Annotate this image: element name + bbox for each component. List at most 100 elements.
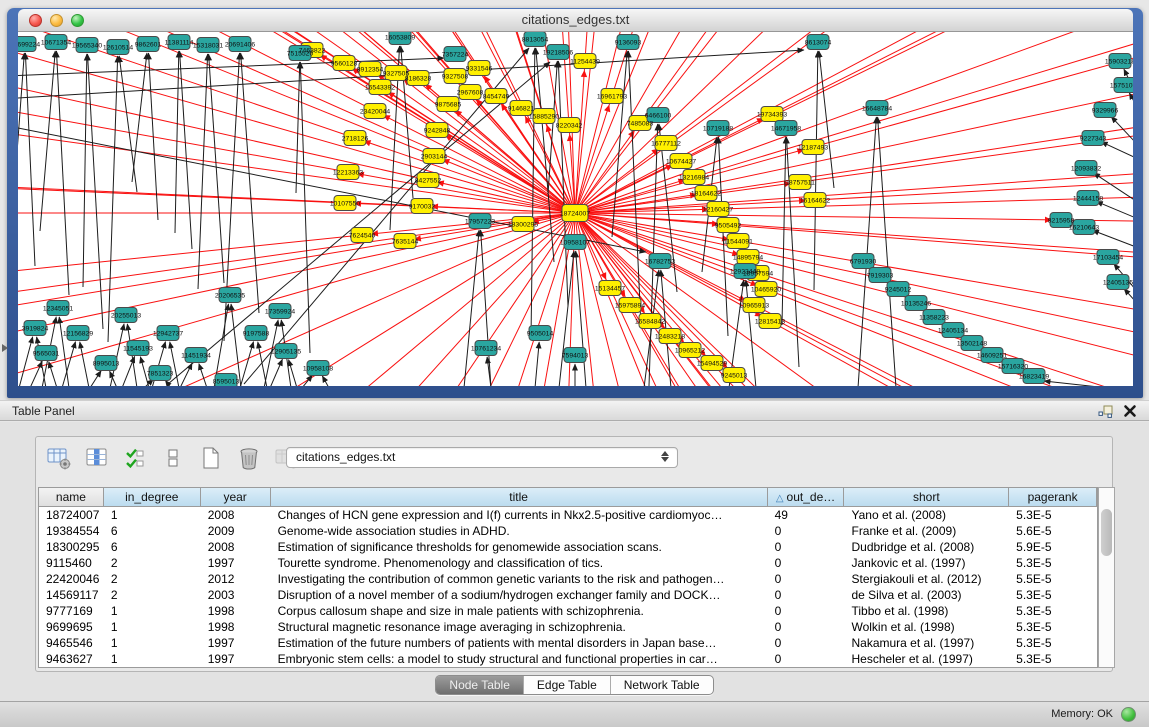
collapsed-panel-expander-icon[interactable]	[2, 344, 8, 352]
node-label: 15975894	[615, 302, 645, 309]
column-header-title[interactable]: title	[271, 488, 768, 507]
zoom-window-button[interactable]	[71, 14, 84, 27]
table-select-dropdown[interactable]: citations_edges.txt	[286, 447, 678, 468]
trash-icon[interactable]	[236, 445, 262, 471]
node-label: 7851323	[147, 370, 174, 377]
table-row[interactable]: 1872400712008Changes of HCN gene express…	[39, 507, 1097, 523]
table-row[interactable]: 977716911998Corpus callosum shape and si…	[39, 603, 1097, 619]
node-label: 12483218	[655, 333, 685, 340]
table-row[interactable]: 2242004622012Investigating the contribut…	[39, 571, 1097, 587]
table-cell: 0	[768, 603, 845, 619]
node-label: 15494529	[697, 360, 727, 367]
node-label: 12187493	[798, 144, 828, 151]
sort-ascending-icon: △	[776, 493, 784, 504]
node-table: namein_degreeyeartitle△out_de…shortpager…	[38, 487, 1098, 668]
node-label: 11254439	[570, 58, 600, 65]
node-label: 8427552	[415, 177, 442, 184]
table-cell: 0	[768, 651, 845, 667]
node-label: 16961793	[597, 93, 627, 100]
table-cell: 9777169	[39, 603, 104, 619]
node-label: 10107550	[330, 200, 360, 207]
node-label: 9862601	[135, 41, 162, 48]
table-cell: 0	[768, 555, 845, 571]
table-cell: Stergiakouli et al. (2012)	[844, 571, 1009, 587]
table-select-value: citations_edges.txt	[296, 450, 395, 464]
node-label: 8220342	[556, 122, 583, 129]
node-label: 10761234	[471, 345, 501, 352]
node-label: 16164622	[800, 197, 830, 204]
node-label: 16699224	[18, 41, 40, 48]
table-row[interactable]: 1456911722003Disruption of a novel membe…	[39, 587, 1097, 603]
column-header-outde[interactable]: △out_de…	[768, 488, 845, 507]
tab-network-table[interactable]: Network Table	[610, 676, 713, 694]
tab-node-table[interactable]: Node Table	[436, 676, 523, 694]
node-label: 2967608	[457, 89, 484, 96]
select-column-icon[interactable]	[84, 445, 110, 471]
node-label: 17957223	[465, 218, 495, 225]
table-row[interactable]: 1830029562008Estimation of significance …	[39, 539, 1097, 555]
column-header-indegree[interactable]: in_degree	[104, 488, 201, 507]
network-canvas[interactable]: 1872400774638229560128891235493275051654…	[18, 32, 1133, 386]
table-row[interactable]: 969969511998Structural magnetic resonanc…	[39, 619, 1097, 635]
scrollbar-thumb[interactable]	[1101, 509, 1112, 556]
row-stack-icon[interactable]	[160, 445, 186, 471]
node-label: 15318031	[193, 42, 223, 49]
node-label: 9146821	[508, 105, 535, 112]
tab-edge-table[interactable]: Edge Table	[523, 676, 610, 694]
node-label: 14895794	[733, 254, 763, 261]
table-body: 1872400712008Changes of HCN gene express…	[39, 507, 1097, 667]
float-panel-icon[interactable]	[1097, 403, 1113, 424]
node-label: 9505492	[715, 222, 742, 229]
node-label: 12610514	[103, 44, 133, 51]
table-cell: Tibbo et al. (1998)	[844, 603, 1009, 619]
select-rows-check-icon[interactable]	[122, 445, 148, 471]
table-row[interactable]: 946554611997Estimation of the future num…	[39, 635, 1097, 651]
table-options-icon[interactable]	[46, 445, 72, 471]
node-label: 12213363	[333, 169, 363, 176]
column-header-pagerank[interactable]: pagerank	[1009, 488, 1097, 507]
column-header-year[interactable]: year	[201, 488, 271, 507]
close-window-button[interactable]	[29, 14, 42, 27]
table-cell: 1997	[201, 555, 271, 571]
table-cell: 5.3E-5	[1009, 619, 1097, 635]
graph-svg: 1872400774638229560128891235493275051654…	[18, 32, 1133, 386]
table-cell: 1	[104, 603, 201, 619]
table-cell: Wolkin et al. (1998)	[844, 619, 1009, 635]
node-label: 9170032	[409, 203, 436, 210]
new-document-icon[interactable]	[198, 445, 224, 471]
node-label: 16210643	[1069, 224, 1099, 231]
node-label: 8595013	[213, 378, 240, 385]
table-cell: 6	[104, 523, 201, 539]
node-label: 7485083	[627, 120, 654, 127]
table-cell: 2	[104, 587, 201, 603]
node-label: 20691406	[225, 41, 255, 48]
close-panel-icon[interactable]	[1123, 404, 1137, 423]
table-cell: 1998	[201, 603, 271, 619]
table-cell: 5.6E-5	[1009, 523, 1097, 539]
table-cell: Structural magnetic resonance image aver…	[271, 619, 768, 635]
window-titlebar[interactable]: citations_edges.txt	[18, 9, 1133, 32]
node-label: 8454749	[483, 93, 510, 100]
table-scrollbar[interactable]	[1098, 487, 1115, 668]
node-label: 11544091	[723, 238, 753, 245]
table-cell: 1	[104, 651, 201, 667]
table-cell: 5.3E-5	[1009, 651, 1097, 667]
window-title: citations_edges.txt	[18, 9, 1133, 31]
table-cell: 2008	[201, 539, 271, 555]
table-cell: Investigating the contribution of common…	[271, 571, 768, 587]
minimize-window-button[interactable]	[50, 14, 63, 27]
node-label: 16053809	[385, 34, 415, 41]
node-label: 8995013	[93, 360, 120, 367]
node-label: 12942737	[153, 330, 183, 337]
column-header-name[interactable]: name	[39, 488, 104, 507]
table-cell: 1998	[201, 619, 271, 635]
node-label: 8186328	[405, 75, 432, 82]
table-row[interactable]: 946362711997Embryonic stem cells: a mode…	[39, 651, 1097, 667]
table-cell: 9465546	[39, 635, 104, 651]
table-cell: 5.3E-5	[1009, 507, 1097, 523]
table-row[interactable]: 911546021997Tourette syndrome. Phenomeno…	[39, 555, 1097, 571]
column-header-short[interactable]: short	[844, 488, 1009, 507]
table-row[interactable]: 1938455462009Genome-wide association stu…	[39, 523, 1097, 539]
node-label: 9136093	[615, 39, 642, 46]
table-cell: 2012	[201, 571, 271, 587]
